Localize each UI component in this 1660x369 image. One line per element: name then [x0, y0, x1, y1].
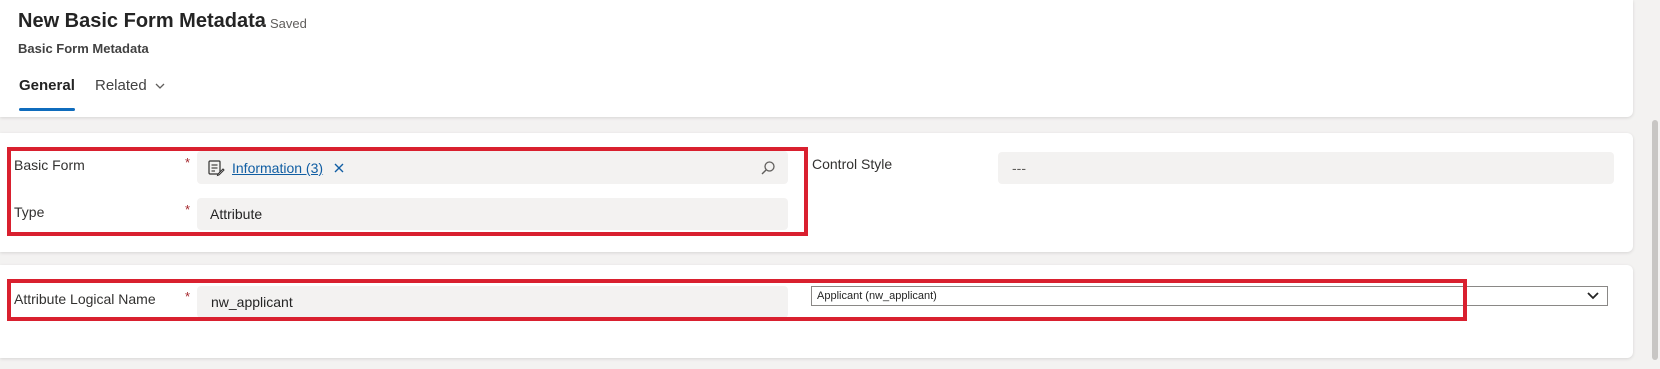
tab-selected-indicator — [19, 108, 75, 111]
basic-form-label: Basic Form — [14, 157, 85, 173]
form-entity-icon — [208, 159, 225, 176]
attribute-logical-name-field[interactable]: nw_applicant — [197, 286, 788, 318]
control-style-field[interactable]: --- — [998, 152, 1614, 184]
entity-subtitle: Basic Form Metadata — [18, 41, 149, 56]
basic-form-lookup[interactable]: Information (3) — [197, 151, 788, 184]
scrollbar-thumb[interactable] — [1652, 120, 1658, 360]
tab-related[interactable]: Related — [95, 77, 165, 94]
attribute-select-value: Applicant (nw_applicant) — [817, 290, 937, 302]
form-header: New Basic Form Metadata - Saved Basic Fo… — [0, 0, 1633, 117]
tab-general[interactable]: General — [19, 77, 75, 94]
control-style-value: --- — [1012, 160, 1026, 176]
attribute-logical-name-label: Attribute Logical Name — [14, 291, 156, 307]
save-status: - Saved — [262, 16, 307, 31]
attribute-select[interactable]: Applicant (nw_applicant) — [811, 286, 1608, 306]
close-icon[interactable] — [333, 162, 345, 174]
control-style-label: Control Style — [812, 156, 893, 172]
page-title: New Basic Form Metadata — [18, 10, 266, 32]
attribute-logical-name-value: nw_applicant — [211, 294, 293, 310]
basic-form-lookup-value[interactable]: Information (3) — [232, 160, 323, 176]
chevron-down-icon — [1587, 292, 1599, 300]
chevron-down-icon — [155, 83, 165, 89]
required-marker: * — [185, 289, 191, 304]
search-icon[interactable] — [760, 160, 776, 176]
type-field[interactable]: Attribute — [197, 198, 788, 230]
tab-related-label: Related — [95, 77, 147, 94]
required-marker: * — [185, 155, 191, 170]
required-marker: * — [185, 202, 191, 217]
type-value: Attribute — [210, 206, 263, 222]
type-label: Type — [14, 204, 45, 220]
